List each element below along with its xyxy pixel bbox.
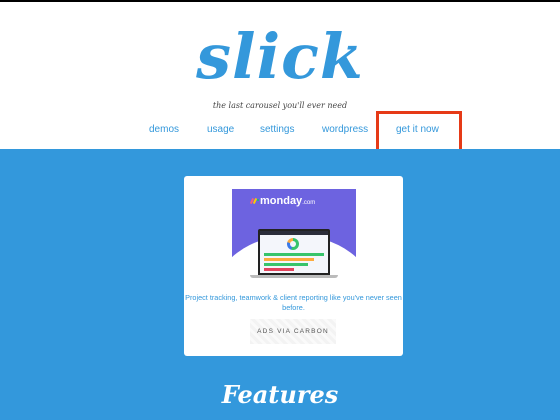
laptop-image (258, 229, 330, 275)
ad-image[interactable]: monday.com (232, 189, 356, 283)
ad-description[interactable]: Project tracking, teamwork & client repo… (184, 293, 403, 313)
donut-chart-graphic (287, 238, 299, 250)
nav-wordpress[interactable]: wordpress (322, 124, 368, 135)
top-border (0, 0, 560, 2)
highlight-box (376, 111, 462, 153)
features-heading: Features (221, 380, 339, 409)
screen-rows (264, 253, 324, 273)
nav-usage[interactable]: usage (207, 124, 234, 135)
screen-toolbar (260, 231, 328, 235)
site-tagline: the last carousel you'll ever need (212, 101, 348, 110)
laptop-screen (260, 231, 328, 273)
ads-via-carbon-link[interactable]: ADS VIA CARBON (250, 319, 336, 344)
main-nav: demos usage settings wordpress get it no… (0, 124, 560, 138)
monday-logo-icon (249, 197, 259, 205)
carbon-ad-card: monday.com Project tracking, teamwork & … (184, 176, 403, 356)
ad-brand-name: monday.com (260, 195, 316, 207)
nav-demos[interactable]: demos (149, 124, 179, 135)
nav-settings[interactable]: settings (260, 124, 294, 135)
laptop-base (250, 275, 338, 278)
site-logo[interactable]: slick (0, 18, 560, 96)
